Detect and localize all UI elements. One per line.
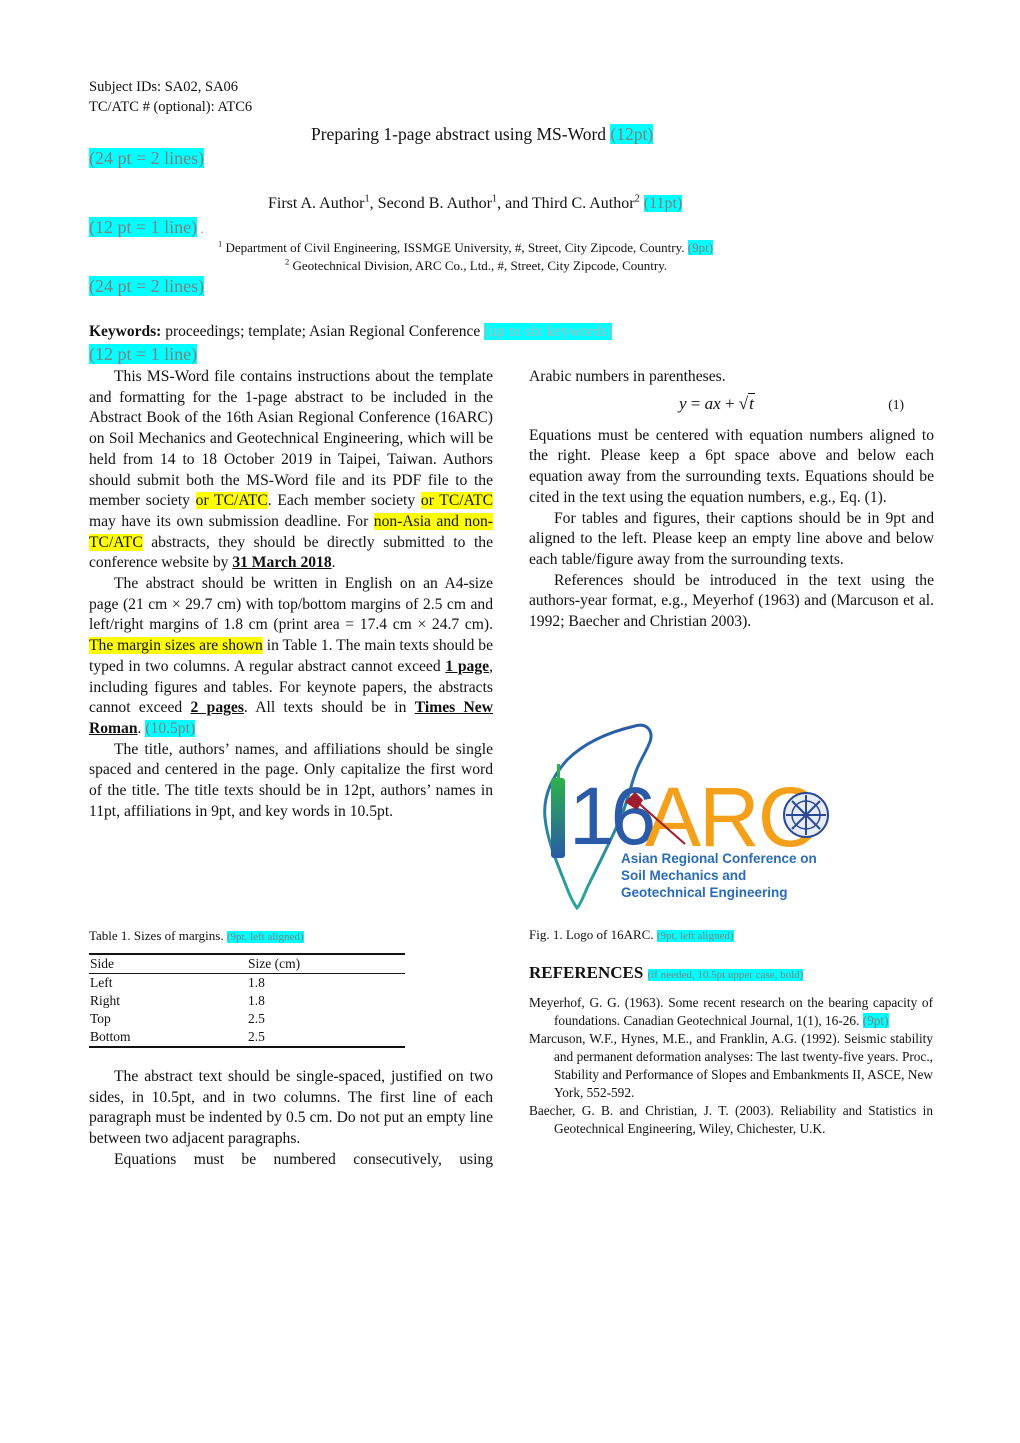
reference-entry: Meyerhof, G. G. (1963). Some recent rese… [529, 994, 933, 1030]
paragraph-spacing-rules: The abstract text should be single-space… [89, 1068, 493, 1148]
table-cell-size: 1.8 [248, 975, 265, 990]
keynote-limit-emphasis: 2 pages [190, 699, 244, 717]
keywords-spacing-note: (12 pt = 1 line) [89, 344, 198, 364]
text-run: This MS-Word file contains instructions … [89, 368, 493, 510]
equation-number: (1) [888, 396, 904, 412]
paragraph-equation-rules: Equations must be centered with equation… [529, 426, 934, 506]
deadline-emphasis: 31 March 2018 [232, 554, 332, 572]
title-spacing-note: (24 pt = 2 lines) [89, 148, 205, 168]
logo-tagline: Asian Regional Conference on Soil Mechan… [621, 850, 817, 901]
affiliation-2-text: Geotechnical Division, ARC Co., Ltd., #,… [289, 258, 668, 273]
figure-caption: Fig. 1. Logo of 16ARC. (9pt, left aligne… [529, 927, 734, 943]
logo-16arc: 16 ARC Asian Regional Conference on Soil… [537, 718, 857, 913]
affiliation-spacing-note: (24 pt = 2 lines) [89, 276, 205, 296]
paragraph-intro: This MS-Word file contains instructions … [89, 367, 494, 574]
table-cell-side: Bottom [90, 1029, 131, 1044]
paragraph-reference-rules: References should be introduced in the t… [529, 571, 934, 631]
equation-lhs: y [679, 393, 687, 413]
table-caption: Table 1. Sizes of margins. (9pt, left al… [89, 928, 304, 944]
margins-table-wrapper: Side Size (cm) Left 1.8 Right 1.8 Top 2.5 Bott… [89, 953, 405, 1048]
authors-spacing-note: (12 pt = 1 line) [89, 217, 198, 237]
references-heading-text: REFERENCES [529, 963, 644, 982]
paragraph-title-rules: The title, authors’ names, and affiliati… [89, 740, 493, 820]
logo-tagline-line: Asian Regional Conference on [621, 851, 817, 866]
reference-size-note: (9pt) [862, 1013, 889, 1028]
keywords-line: Keywords: proceedings; template; Asian R… [89, 323, 613, 341]
title-text: Preparing 1-page abstract using MS-Word [311, 124, 607, 144]
highlight: The margin sizes are shown [89, 637, 263, 655]
table-cell-side: Top [90, 1011, 111, 1026]
reference-entry: Baecher, G. B. and Christian, J. T. (200… [529, 1102, 933, 1138]
table-row: Left 1.8 [89, 974, 405, 993]
table-cell-size: 2.5 [248, 1011, 265, 1026]
table-row: Bottom 2.5 [89, 1028, 405, 1047]
reference-text: Marcuson, W.F., Hynes, M.E., and Frankli… [529, 1031, 933, 1100]
subject-ids: Subject IDs: SA02, SA06 [89, 79, 239, 95]
text-run: . Each member society [267, 492, 421, 510]
equation-plus: + [720, 393, 739, 413]
table-row: Right 1.8 [89, 992, 405, 1010]
arrow-icon [625, 792, 686, 845]
sqrt-icon: √ [738, 393, 749, 413]
body-size-note: (10.5pt) [145, 719, 196, 737]
table-caption-note: (9pt, left aligned) [226, 931, 304, 943]
references-heading: REFERENCES (if needed, 10.5pt upper case… [529, 963, 804, 983]
equation-block: y = ax + √t (1) [529, 388, 934, 426]
keywords-note: (up to six keywords) [484, 323, 613, 340]
paragraph-page-format: The abstract should be written in Englis… [89, 574, 493, 740]
author-1: First A. Author [268, 195, 365, 212]
text-run: The abstract should be written in Englis… [89, 575, 493, 634]
author-2: , Second B. Author [369, 195, 492, 212]
references-heading-note: (if needed, 10.5pt upper case, bold) [647, 969, 804, 981]
text-run: may have its own submission deadline. Fo… [89, 512, 374, 530]
table-cell-size: 1.8 [248, 993, 265, 1008]
highlight: or TC/ATC [195, 492, 268, 510]
table-row: Top 2.5 [89, 1010, 405, 1028]
margins-table: Side Size (cm) Left 1.8 Right 1.8 Top 2.5 Bott… [89, 953, 405, 1048]
authors-line: First A. Author1, Second B. Author1, and… [268, 193, 683, 213]
highlight: or TC/ATC [420, 492, 494, 510]
table-header-size: Size (cm) [248, 956, 301, 971]
page-limit-emphasis: 1 page [445, 657, 490, 675]
keywords-text: proceedings; template; Asian Regional Co… [161, 323, 485, 340]
author-3: , and Third C. Author [497, 195, 635, 212]
paragraph-equations-cont: Arabic numbers in parentheses. [529, 368, 726, 385]
issmge-emblem-icon [783, 792, 829, 838]
equation: y = ax + √t [679, 392, 755, 415]
paragraph-caption-rules: For tables and figures, their captions s… [529, 509, 934, 568]
equation-sqrt-arg: t [748, 392, 755, 413]
table-header-row: Side Size (cm) [89, 954, 405, 974]
table-header-side: Side [90, 956, 115, 971]
figure-caption-note: (9pt, left aligned) [656, 930, 734, 942]
paper-title: Preparing 1-page abstract using MS-Word … [311, 124, 654, 145]
affiliation-1-text: Department of Civil Engineering, ISSMGE … [222, 240, 685, 255]
left-column-continued: The abstract text should be single-space… [89, 1067, 493, 1171]
tc-atc-number: TC/ATC # (optional): ATC6 [89, 99, 253, 115]
equation-equals: = [686, 393, 705, 413]
title-size-note: (12pt) [610, 124, 654, 144]
text-run: . All texts should be in [243, 699, 415, 717]
references-list: Meyerhof, G. G. (1963). Some recent rese… [529, 994, 933, 1138]
table-cell-side: Right [90, 993, 121, 1008]
table-caption-text: Table 1. Sizes of margins. [89, 928, 227, 943]
left-column: This MS-Word file contains instructions … [89, 367, 494, 822]
author-3-sup: 2 [634, 193, 640, 205]
logo-tagline-line: Soil Mechanics and [621, 868, 747, 883]
logo-tagline-line: Geotechnical Engineering [621, 885, 788, 900]
paragraph-equations-intro: Equations must be numbered consecutively… [114, 1150, 493, 1168]
authors-size-note: (11pt) [643, 195, 683, 212]
reference-text: Baecher, G. B. and Christian, J. T. (200… [529, 1103, 933, 1136]
affiliation-size-note: (9pt) [687, 240, 714, 255]
affiliation-2: 2 Geotechnical Division, ARC Co., Ltd., … [285, 257, 668, 274]
table-cell-size: 2.5 [248, 1029, 265, 1044]
text-run: . [331, 554, 336, 572]
equation-term: ax [704, 393, 721, 413]
keywords-label: Keywords: [89, 323, 162, 340]
reference-entry: Marcuson, W.F., Hynes, M.E., and Frankli… [529, 1030, 933, 1102]
right-column: Arabic numbers in parentheses. y = ax + … [529, 367, 934, 633]
affiliation-1: 1 Department of Civil Engineering, ISSMG… [218, 239, 714, 256]
table-cell-side: Left [90, 975, 113, 990]
spacing-dot: . [197, 221, 204, 236]
figure-caption-text: Fig. 1. Logo of 16ARC. [529, 927, 657, 942]
